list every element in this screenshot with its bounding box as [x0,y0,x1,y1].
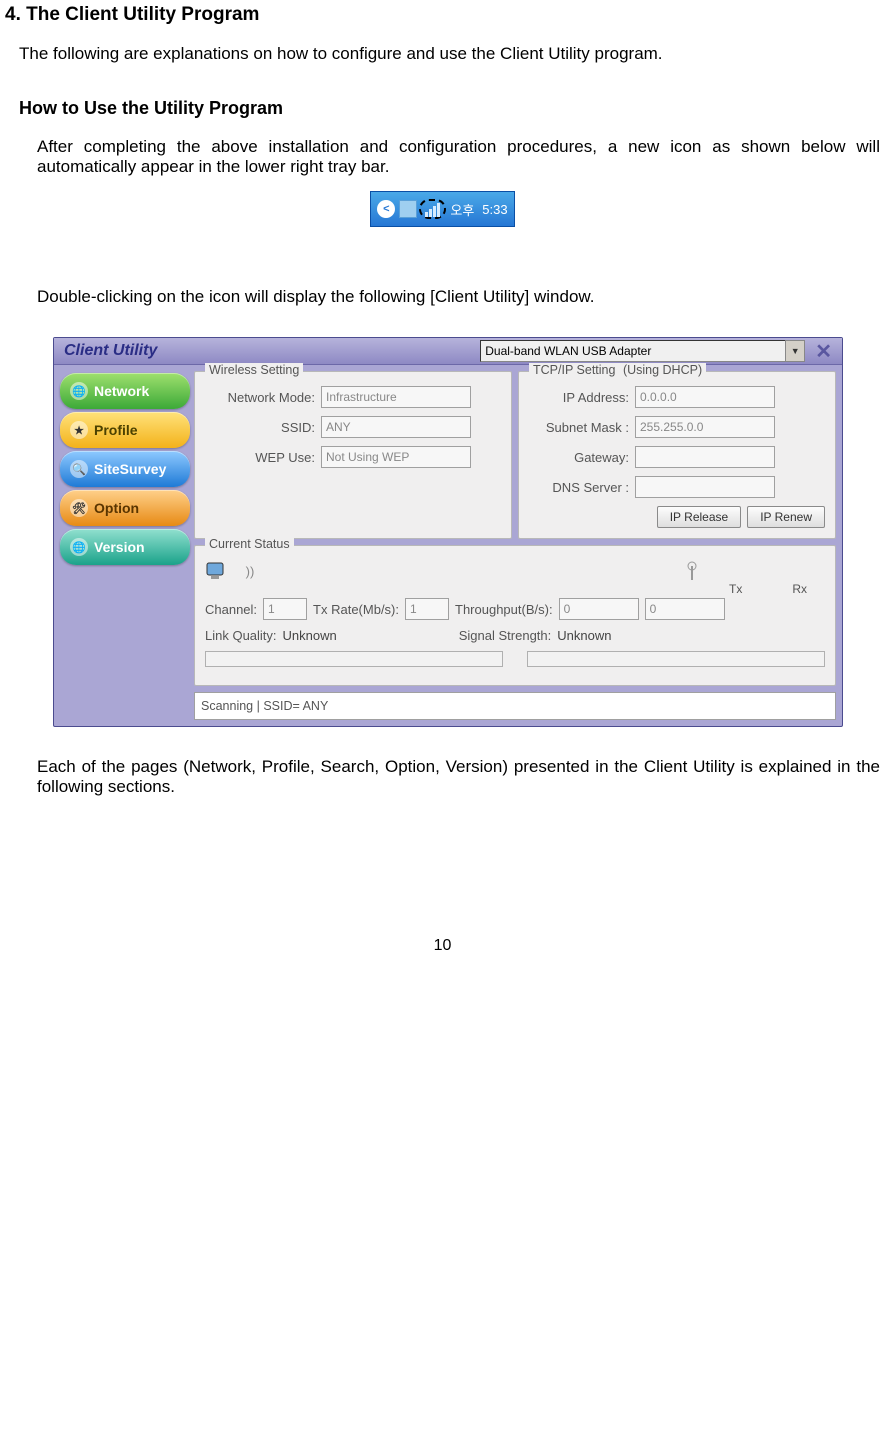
status-bar: Scanning | SSID= ANY [194,692,836,720]
ip-address-field[interactable] [635,386,775,408]
nav-version-label: Version [94,539,145,555]
search-icon: 🔍 [70,460,88,478]
adapter-select-arrow-icon[interactable]: ▼ [785,340,805,362]
ip-renew-button[interactable]: IP Renew [747,506,825,528]
nav-sitesurvey[interactable]: 🔍 SiteSurvey [60,451,190,487]
link-quality-label: Link Quality: [205,628,277,643]
nav-sitesurvey-label: SiteSurvey [94,461,166,477]
nav-option[interactable]: 🛠 Option [60,490,190,526]
gateway-field[interactable] [635,446,775,468]
channel-field[interactable] [263,598,307,620]
ssid-label: SSID: [205,420,321,435]
tray-app-icon-1[interactable] [399,200,417,218]
channel-label: Channel: [205,602,257,617]
signal-strength-label: Signal Strength: [459,628,552,643]
status-legend: Current Status [205,537,294,551]
antenna-icon [679,560,705,582]
link-quality-value: Unknown [283,628,337,643]
ip-release-button[interactable]: IP Release [657,506,741,528]
subnet-mask-field[interactable] [635,416,775,438]
paragraph-1: After completing the above installation … [37,137,880,177]
nav-network[interactable]: 🌐 Network [60,373,190,409]
link-quality-bar [205,651,503,667]
tcpip-legend-extra: (Using DHCP) [623,363,702,377]
ip-address-label: IP Address: [529,390,635,405]
nav-network-label: Network [94,383,149,399]
signal-strength-value: Unknown [557,628,611,643]
wlan-tray-highlighted-icon[interactable] [419,199,446,219]
tx-header: Tx [729,582,742,596]
sidebar: 🌐 Network ★ Profile 🔍 SiteSurvey 🛠 Optio… [60,371,190,720]
wep-label: WEP Use: [205,450,321,465]
section-title: 4. The Client Utility Program [5,4,880,26]
client-utility-window: Client Utility Dual-band WLAN USB Adapte… [53,337,843,727]
rx-header: Rx [792,582,807,596]
title-bar: Client Utility Dual-band WLAN USB Adapte… [54,338,842,365]
dns-server-field[interactable] [635,476,775,498]
system-tray: < 오후 5:33 [370,191,514,227]
wep-field[interactable] [321,446,471,468]
subsection-title: How to Use the Utility Program [19,98,880,119]
status-bar-text: Scanning | SSID= ANY [201,699,328,713]
throughput-label: Throughput(B/s): [455,602,553,617]
dns-server-label: DNS Server : [529,480,635,495]
txrate-label: Tx Rate(Mb/s): [313,602,399,617]
star-icon: ★ [70,421,88,439]
nav-profile-label: Profile [94,422,138,438]
network-mode-field[interactable] [321,386,471,408]
paragraph-2: Double-clicking on the icon will display… [37,287,880,307]
network-mode-label: Network Mode: [205,390,321,405]
adapter-select-value: Dual-band WLAN USB Adapter [485,344,651,358]
nav-profile[interactable]: ★ Profile [60,412,190,448]
tray-meridiem: 오후 [448,200,476,219]
globe-icon: 🌐 [70,538,88,556]
computer-icon [205,560,231,582]
ssid-field[interactable] [321,416,471,438]
nav-version[interactable]: 🌐 Version [60,529,190,565]
adapter-select[interactable]: Dual-band WLAN USB Adapter [480,340,786,362]
window-title: Client Utility [64,342,157,360]
wireless-setting-panel: Wireless Setting Network Mode: SSID: WEP… [194,371,512,539]
throughput-rx-field[interactable] [645,598,725,620]
wave-icon: )) [237,560,263,582]
current-status-panel: Current Status )) Tx R [194,545,836,686]
tray-expand-arrow-icon[interactable]: < [377,200,395,218]
tcpip-setting-panel: TCP/IP Setting (Using DHCP) IP Address: … [518,371,836,539]
nav-option-label: Option [94,500,139,516]
tcpip-legend-text: TCP/IP Setting [533,363,615,377]
globe-icon: 🌐 [70,382,88,400]
gateway-label: Gateway: [529,450,635,465]
txrate-field[interactable] [405,598,449,620]
page-number: 10 [5,937,880,955]
intro-paragraph: The following are explanations on how to… [19,44,880,64]
close-icon[interactable]: ✕ [815,339,832,364]
throughput-tx-field[interactable] [559,598,639,620]
subnet-mask-label: Subnet Mask : [529,420,635,435]
wireless-legend: Wireless Setting [205,363,303,377]
paragraph-3: Each of the pages (Network, Profile, Sea… [37,757,880,797]
tray-time: 5:33 [480,202,507,217]
signal-strength-bar [527,651,825,667]
signal-bars-icon [425,201,440,217]
tcpip-legend: TCP/IP Setting (Using DHCP) [529,363,706,377]
tools-icon: 🛠 [70,499,88,517]
